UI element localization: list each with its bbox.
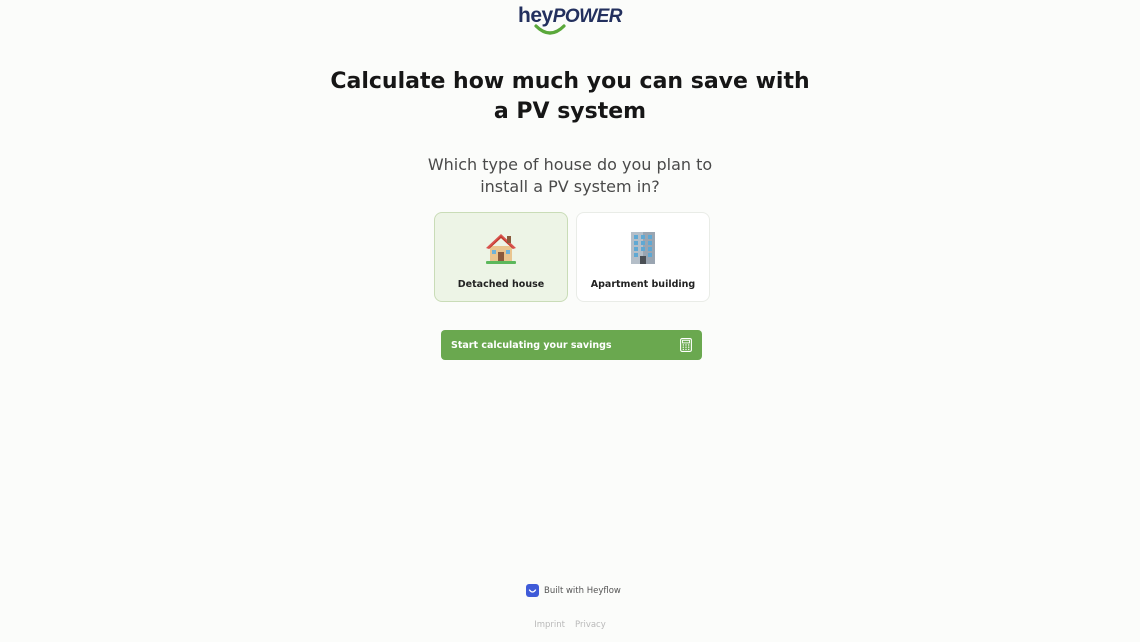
page-title: Calculate how much you can save with a P… — [330, 69, 810, 124]
heyflow-logo-icon — [526, 584, 539, 597]
house-type-options: Detached house Apartment building — [434, 212, 710, 302]
option-detached-house[interactable]: Detached house — [434, 212, 568, 302]
start-calculating-label: Start calculating your savings — [451, 339, 612, 351]
calculator-icon — [680, 338, 692, 352]
smile-icon — [534, 24, 566, 35]
logo[interactable]: hey POWER — [0, 4, 1140, 40]
option-apartment-building[interactable]: Apartment building — [576, 212, 710, 302]
privacy-link[interactable]: Privacy — [575, 620, 606, 630]
start-calculating-button[interactable]: Start calculating your savings — [441, 330, 702, 360]
option-label: Detached house — [457, 279, 545, 290]
footer-links: Imprint Privacy — [0, 620, 1140, 630]
built-with-text: Built with Heyflow — [544, 585, 621, 596]
house-icon — [483, 230, 519, 266]
option-label: Apartment building — [590, 279, 696, 290]
question-text: Which type of house do you plan to insta… — [427, 155, 713, 196]
built-with-heyflow[interactable]: Built with Heyflow — [526, 584, 621, 597]
imprint-link[interactable]: Imprint — [534, 620, 565, 630]
page: hey POWER Calculate how much you can sav… — [0, 0, 1140, 642]
heypower-logo: hey POWER — [518, 4, 622, 40]
office-building-icon — [625, 230, 661, 266]
